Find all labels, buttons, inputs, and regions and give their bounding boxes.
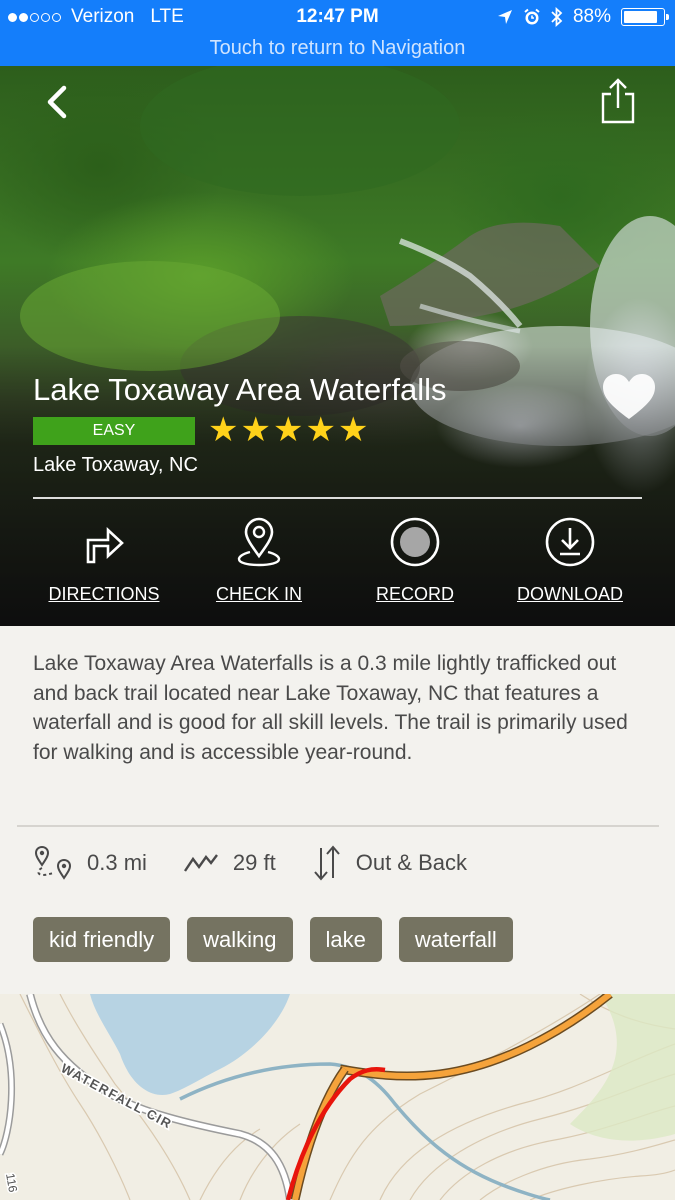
battery-icon xyxy=(621,8,669,26)
elevation-value: 29 ft xyxy=(232,850,276,875)
action-bar: DIRECTIONS CHECK IN RECORD DOWNLOAD xyxy=(0,516,675,616)
route-type-stat: Out & Back xyxy=(312,844,467,882)
trail-description: Lake Toxaway Area Waterfalls is a 0.3 mi… xyxy=(33,652,628,764)
chevron-left-icon[interactable] xyxy=(40,82,80,122)
route-distance-icon xyxy=(34,845,72,880)
tag-waterfall[interactable]: waterfall xyxy=(398,917,513,962)
heart-icon[interactable] xyxy=(600,371,658,423)
out-and-back-icon xyxy=(313,845,340,881)
trail-title: Lake Toxaway Area Waterfalls xyxy=(33,372,447,407)
star-icon: ★ xyxy=(337,411,369,449)
distance-value: 0.3 mi xyxy=(87,850,147,875)
tag-kid-friendly[interactable]: kid friendly xyxy=(33,917,171,962)
star-icon: ★ xyxy=(272,411,304,449)
tag-walking[interactable]: walking xyxy=(187,917,293,962)
location-arrow-icon xyxy=(497,10,512,24)
rating-stars: ★ ★ ★ ★ ★ xyxy=(208,412,368,448)
star-icon: ★ xyxy=(208,411,239,449)
hero-divider xyxy=(33,497,642,499)
return-to-navigation-banner[interactable]: Touch to return to Navigation xyxy=(0,34,675,66)
trail-location: Lake Toxaway, NC xyxy=(33,454,198,476)
map-pin-icon xyxy=(237,517,281,567)
trail-hero-image: Lake Toxaway Area Waterfalls EASY ★ ★ ★ ★ ★ … xyxy=(0,66,675,626)
directions-button[interactable]: DIRECTIONS xyxy=(26,516,182,605)
check-in-button[interactable]: CHECK IN xyxy=(181,516,337,605)
check-in-label: CHECK IN xyxy=(215,584,302,604)
route-type-value: Out & Back xyxy=(355,850,468,875)
star-icon: ★ xyxy=(305,411,336,449)
bluetooth-icon xyxy=(551,7,563,27)
map-canvas: WATERFALL CIR 116 xyxy=(0,994,675,1200)
section-divider xyxy=(17,825,659,827)
status-right: 88% xyxy=(497,6,669,28)
difficulty-badge: EASY xyxy=(33,417,195,445)
elevation-icon xyxy=(183,854,218,872)
record-label: RECORD xyxy=(375,584,454,604)
tag-lake[interactable]: lake xyxy=(309,917,382,962)
elevation-stat: 29 ft xyxy=(183,850,276,876)
status-bar: Verizon LTE 12:47 PM 88% xyxy=(0,0,675,34)
distance-stat: 0.3 mi xyxy=(33,845,147,881)
turn-right-arrow-icon xyxy=(86,527,124,564)
star-icon: ★ xyxy=(240,411,271,449)
alarm-clock-icon xyxy=(524,8,540,25)
share-icon[interactable] xyxy=(598,78,638,124)
download-button[interactable]: DOWNLOAD xyxy=(492,516,648,605)
trail-stats: 0.3 mi 29 ft Out & Back xyxy=(33,843,503,883)
record-button[interactable]: RECORD xyxy=(337,516,493,605)
trail-tags: kid friendly walking lake waterfall xyxy=(33,917,513,962)
record-icon xyxy=(390,517,440,567)
download-icon xyxy=(545,517,595,567)
download-label: DOWNLOAD xyxy=(516,584,623,604)
battery-percent: 88% xyxy=(572,6,611,27)
trail-map[interactable]: WATERFALL CIR 116 xyxy=(0,994,675,1200)
directions-label: DIRECTIONS xyxy=(48,584,160,604)
